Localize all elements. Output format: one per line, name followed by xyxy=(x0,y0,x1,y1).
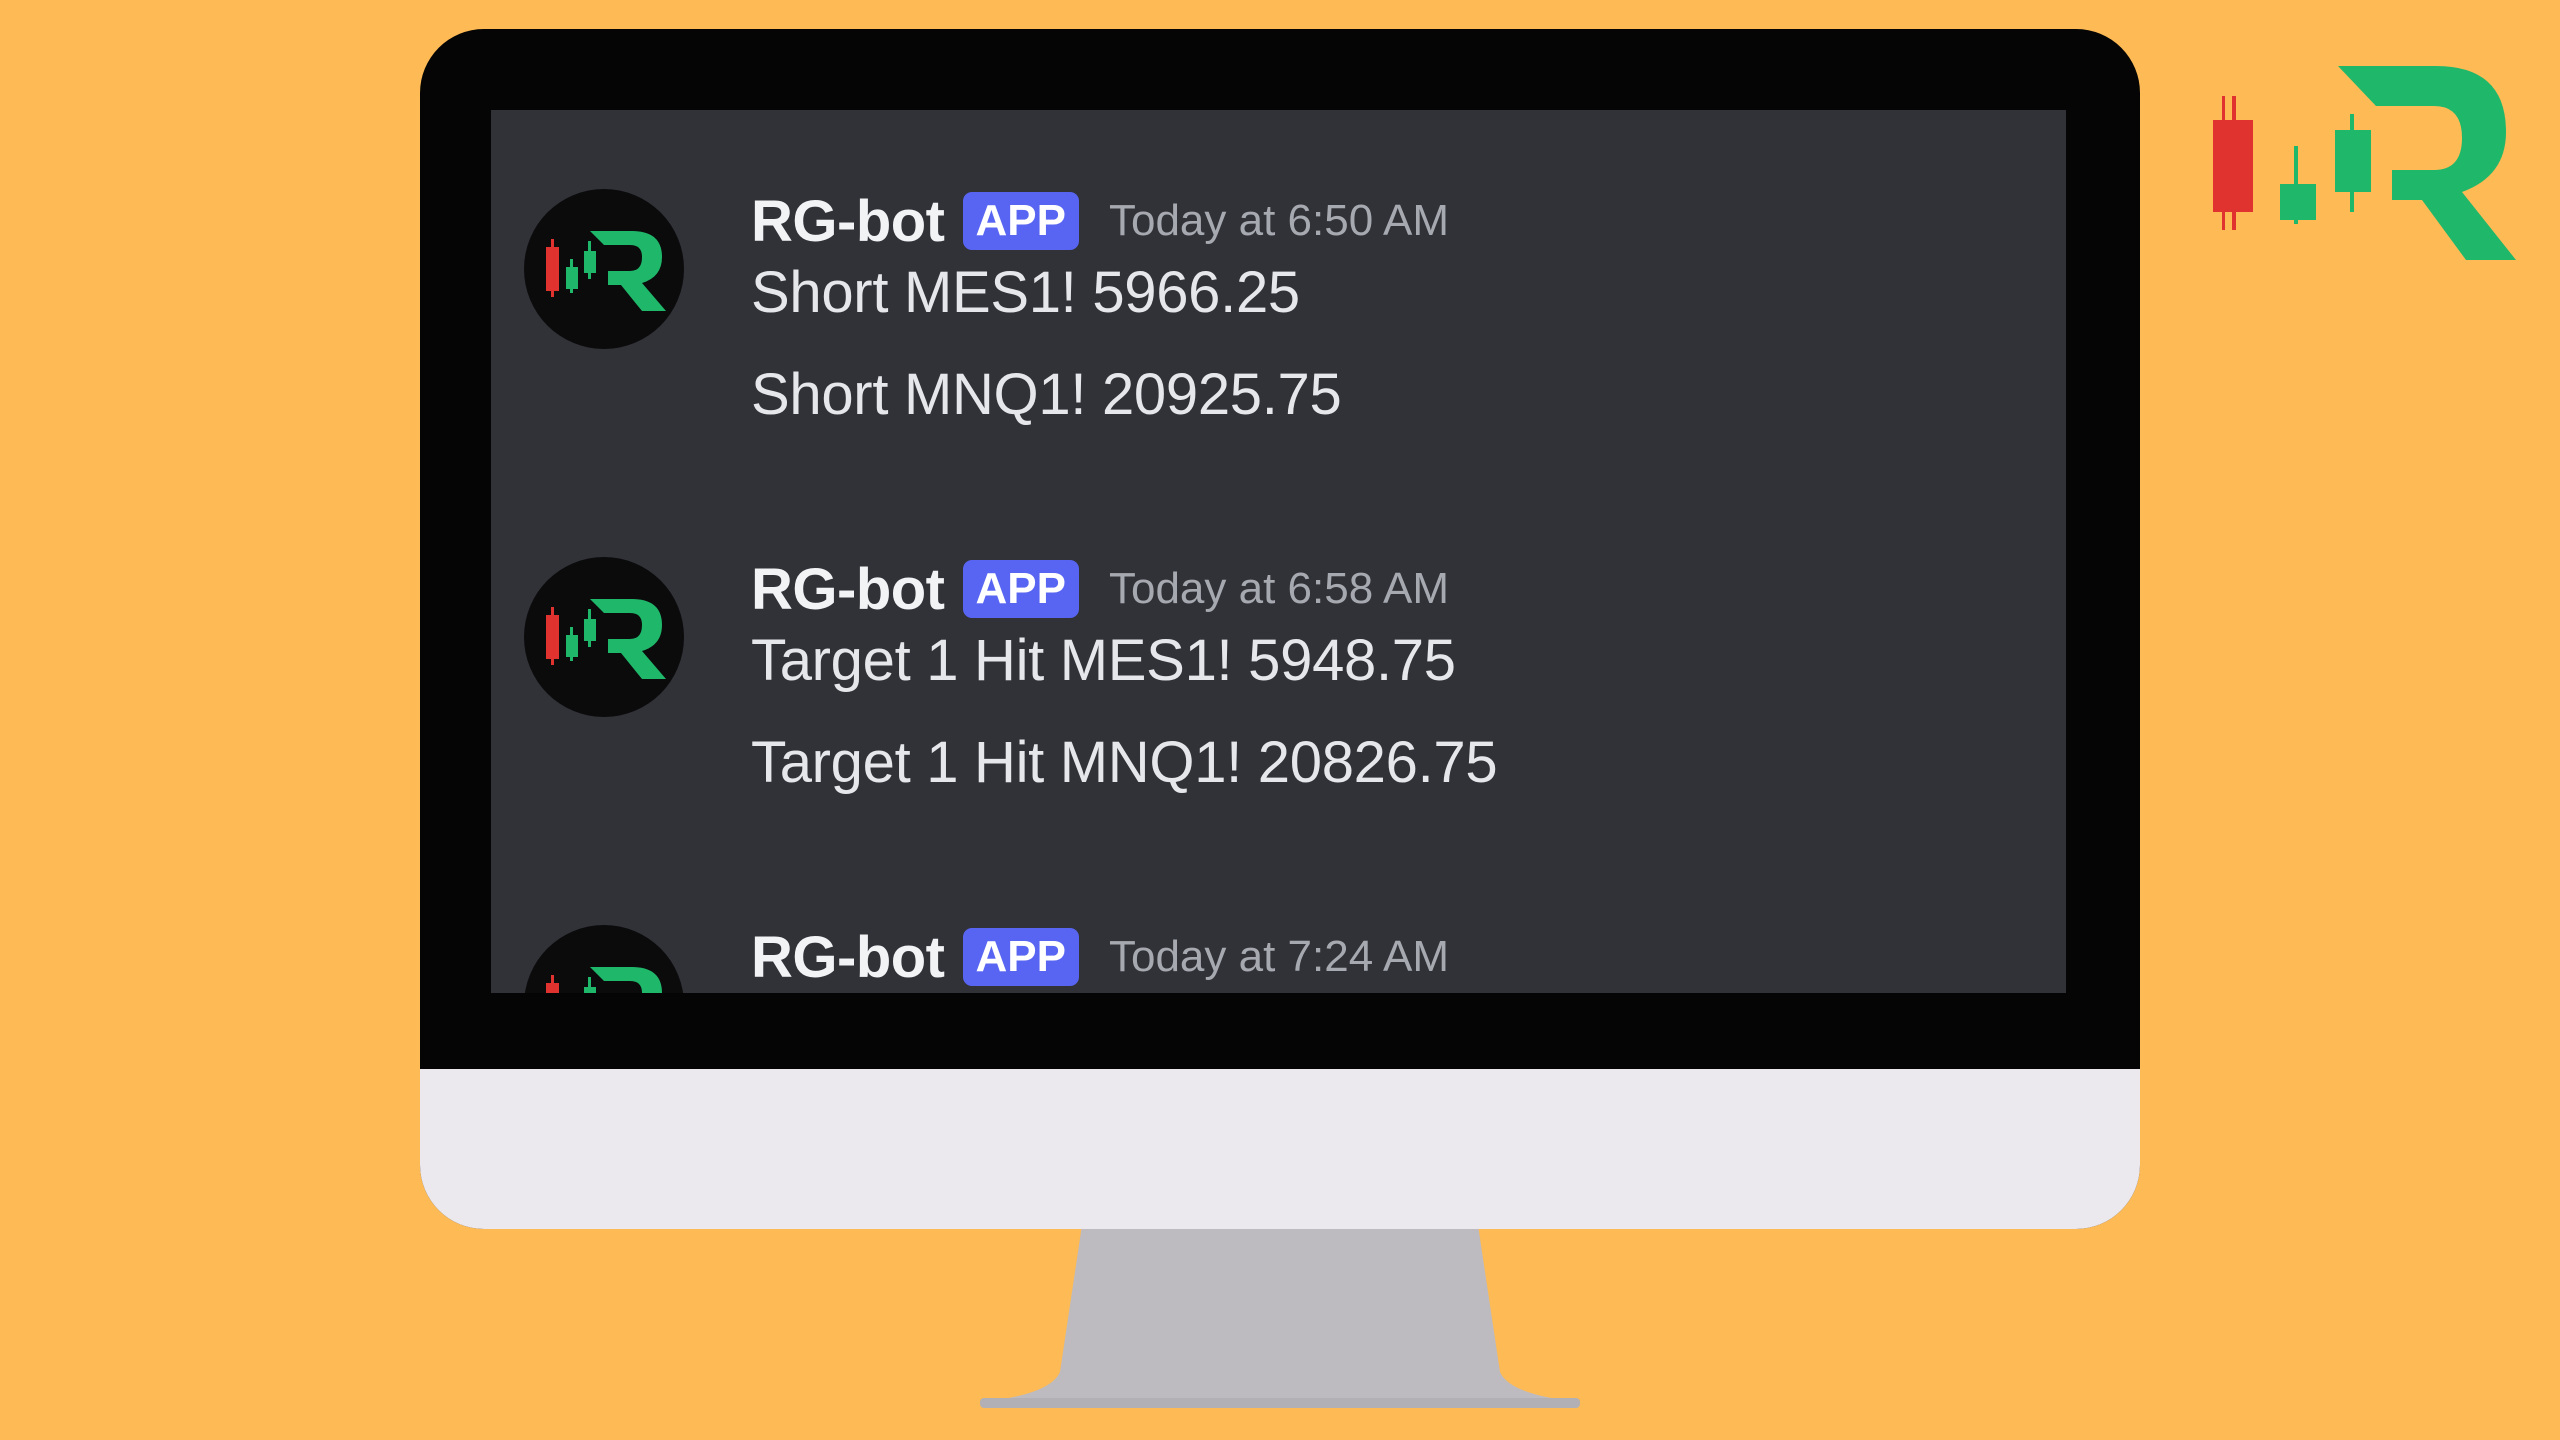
rg-logo-avatar-icon[interactable] xyxy=(524,925,684,993)
rg-logo-avatar-icon[interactable] xyxy=(524,189,684,349)
author-name[interactable]: RG-bot xyxy=(751,556,945,623)
author-name[interactable]: RG-bot xyxy=(751,924,945,991)
message-timestamp: Today at 6:58 AM xyxy=(1108,564,1449,613)
chat-screen: RG-bot APP Today at 6:50 AM Short MES1! … xyxy=(491,110,2066,993)
message-header: RG-bot APP Today at 6:58 AM xyxy=(751,556,1449,623)
monitor: RG-bot APP Today at 6:50 AM Short MES1! … xyxy=(420,29,2140,1229)
candlestick-r-logo-icon xyxy=(2210,58,2516,268)
message-text: Target 1 Hit MNQ1! 20826.75 xyxy=(751,730,1498,795)
message-text: Short MES1! 5966.25 xyxy=(751,260,1300,325)
message-header: RG-bot APP Today at 7:24 AM xyxy=(751,924,1449,991)
app-badge: APP xyxy=(962,928,1079,986)
monitor-chin xyxy=(420,1069,2140,1229)
message-text: Target 1 Hit MES1! 5948.75 xyxy=(751,628,1456,693)
author-name[interactable]: RG-bot xyxy=(751,188,945,255)
message-text: Short MNQ1! 20925.75 xyxy=(751,362,1342,427)
app-badge: APP xyxy=(962,560,1079,618)
message-timestamp: Today at 6:50 AM xyxy=(1108,196,1449,245)
message-header: RG-bot APP Today at 6:50 AM xyxy=(751,188,1449,255)
rg-logo-avatar-icon[interactable] xyxy=(524,557,684,717)
message-timestamp: Today at 7:24 AM xyxy=(1108,932,1449,981)
app-badge: APP xyxy=(962,192,1079,250)
